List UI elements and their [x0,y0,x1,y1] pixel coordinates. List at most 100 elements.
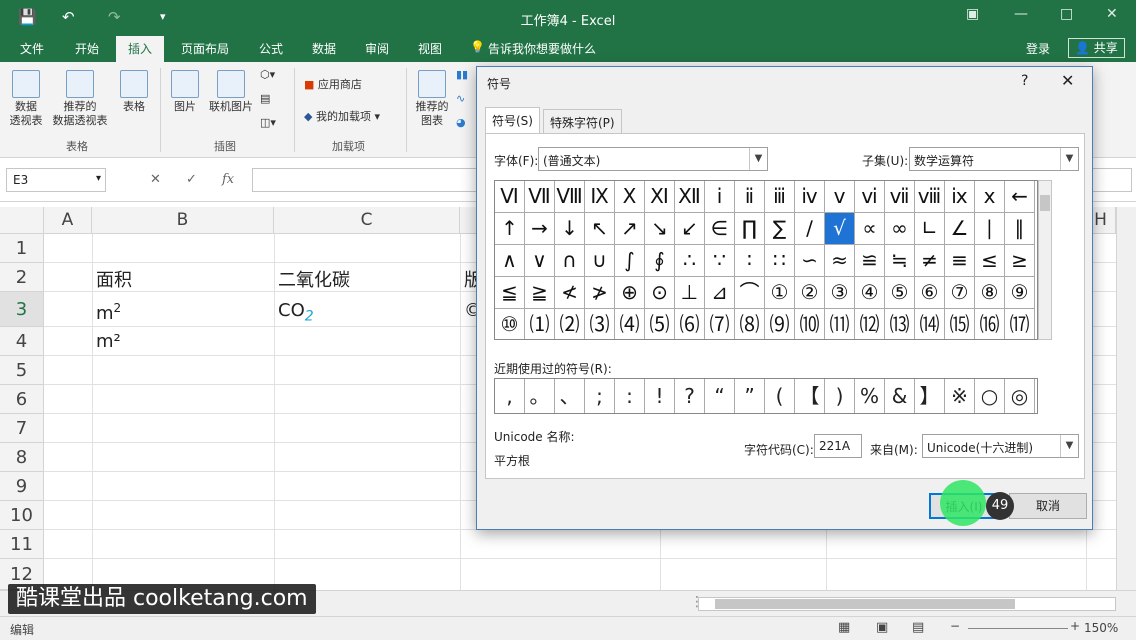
row-header[interactable]: 2 [0,263,44,292]
symbol-cell[interactable]: ↗ [615,213,645,245]
symbol-cell[interactable]: ↓ [555,213,585,245]
symbol-cell[interactable]: ⑨ [1005,277,1035,309]
symbol-cell[interactable]: ∠ [945,213,975,245]
name-box[interactable]: E3 ▾ [6,168,106,192]
symbol-cell[interactable]: √ [825,213,855,245]
recent-symbol-cell[interactable]: “ [705,379,735,413]
smartart-icon[interactable]: ▤ [260,92,270,105]
symbol-cell[interactable]: ⑦ [945,277,975,309]
row-header[interactable]: 4 [0,327,44,356]
cancel-button[interactable]: 取消 [1009,493,1087,519]
symbol-cell[interactable]: ∷ [765,245,795,277]
recent-symbol-cell[interactable]: 。 [525,379,555,413]
recent-symbol-cell[interactable]: ; [585,379,615,413]
symbol-cell[interactable]: ∏ [735,213,765,245]
column-chart-icon[interactable]: ▮▮ [456,68,468,81]
symbol-cell[interactable]: ④ [855,277,885,309]
symbol-cell[interactable]: ∥ [1005,213,1035,245]
table-button[interactable]: 表格 [116,70,152,114]
symbol-cell[interactable]: Ⅵ [495,181,525,213]
symbol-cell[interactable]: ∝ [855,213,885,245]
symbol-cell[interactable]: ⒄ [1005,309,1035,339]
symbol-cell[interactable]: ⑺ [705,309,735,339]
symbol-cell[interactable]: ⑷ [615,309,645,339]
symbol-cell[interactable]: ≥ [1005,245,1035,277]
symbol-cell[interactable]: ⌒ [735,277,765,309]
tell-me-search[interactable]: 告诉我你想要做什么 [488,40,596,57]
symbol-cell[interactable]: ⑩ [495,309,525,339]
tab-home[interactable]: 开始 [75,40,99,57]
recent-symbol-cell[interactable]: 【 [795,379,825,413]
horizontal-scrollbar[interactable] [698,597,1116,611]
symbol-cell[interactable]: ⑼ [765,309,795,339]
cell-c3[interactable]: CO2 [278,300,314,325]
page-break-view-icon[interactable]: ▤ [912,620,924,635]
close-icon[interactable]: ✕ [1106,6,1118,22]
symbol-cell[interactable]: ⊥ [675,277,705,309]
symbol-cell[interactable]: ∴ [675,245,705,277]
symbol-cell[interactable]: ∩ [555,245,585,277]
recent-symbol-cell[interactable]: 、 [555,379,585,413]
row-header[interactable]: 3 [0,292,44,327]
symbol-cell[interactable]: ⑴ [525,309,555,339]
symbol-cell[interactable]: ⅱ [735,181,765,213]
cell-c2[interactable]: 二氧化碳 [278,266,350,292]
my-addins-button[interactable]: ◆ 我的加载项 ▾ [304,108,380,124]
symbol-cell[interactable]: ⅷ [915,181,945,213]
row-header[interactable]: 11 [0,530,44,559]
cell-b3[interactable]: m2 [96,301,121,324]
symbol-cell[interactable]: ← [1005,181,1035,213]
symbol-cell[interactable]: ① [765,277,795,309]
row-header[interactable]: 8 [0,443,44,472]
symbol-cell[interactable]: ∵ [705,245,735,277]
symbol-cell[interactable]: ∮ [645,245,675,277]
scrollbar-thumb[interactable] [1040,195,1050,211]
symbol-cell[interactable]: ↘ [645,213,675,245]
select-all-corner[interactable] [0,207,44,234]
normal-view-icon[interactable]: ▦ [838,620,850,635]
symbol-cell[interactable]: ∣ [975,213,1005,245]
column-header[interactable]: C [274,207,460,234]
symbol-cell[interactable]: ≌ [855,245,885,277]
subset-select[interactable]: 数学运算符 ▼ [909,147,1079,171]
recent-symbol-cell[interactable]: , [495,379,525,413]
login-link[interactable]: 登录 [1026,40,1050,57]
recent-symbol-cell[interactable]: ” [735,379,765,413]
zoom-out-icon[interactable]: − [950,619,960,633]
recent-symbol-cell[interactable]: ※ [945,379,975,413]
symbol-cell[interactable]: ⒁ [915,309,945,339]
recent-symbol-cell[interactable]: ○ [975,379,1005,413]
symbol-cell[interactable]: ⒂ [945,309,975,339]
symbol-cell[interactable]: Ⅷ [555,181,585,213]
symbol-cell[interactable]: ⑻ [735,309,765,339]
tab-file[interactable]: 文件 [20,40,44,57]
pictures-button[interactable]: 图片 [168,70,202,114]
tab-formulas[interactable]: 公式 [259,40,283,57]
symbol-cell[interactable]: → [525,213,555,245]
symbol-cell[interactable]: ∈ [705,213,735,245]
recent-symbols-row[interactable]: ,。、;:!? “”(【)% &】 ※ ○ ◎ [494,378,1038,414]
symbol-cell[interactable]: ⅹ [975,181,1005,213]
tab-page-layout[interactable]: 页面布局 [181,40,229,57]
symbol-cell[interactable]: Ⅹ [615,181,645,213]
symbol-cell[interactable]: ≦ [495,277,525,309]
symbol-cell[interactable]: Ⅺ [645,181,675,213]
tab-review[interactable]: 审阅 [365,40,389,57]
symbol-cell[interactable]: ⊕ [615,277,645,309]
enter-entry-icon[interactable]: ✓ [186,172,197,187]
ribbon-options-icon[interactable]: ▣ [966,6,979,22]
symbol-cell[interactable]: ⑸ [645,309,675,339]
from-select[interactable]: Unicode(十六进制) ▼ [922,434,1079,458]
symbol-cell[interactable]: ⒃ [975,309,1005,339]
recent-symbol-cell[interactable]: ! [645,379,675,413]
symbol-cell[interactable]: ⑤ [885,277,915,309]
tab-special-characters[interactable]: 特殊字符(P) [543,109,622,133]
symbol-cell[interactable]: ∟ [915,213,945,245]
recent-symbol-cell[interactable]: % [855,379,885,413]
symbol-cell[interactable]: ⑧ [975,277,1005,309]
symbol-cell[interactable]: ∑ [765,213,795,245]
row-header[interactable]: 1 [0,234,44,263]
symbol-cell[interactable]: ≧ [525,277,555,309]
symbol-cell[interactable]: ⒀ [885,309,915,339]
row-header[interactable]: 9 [0,472,44,501]
